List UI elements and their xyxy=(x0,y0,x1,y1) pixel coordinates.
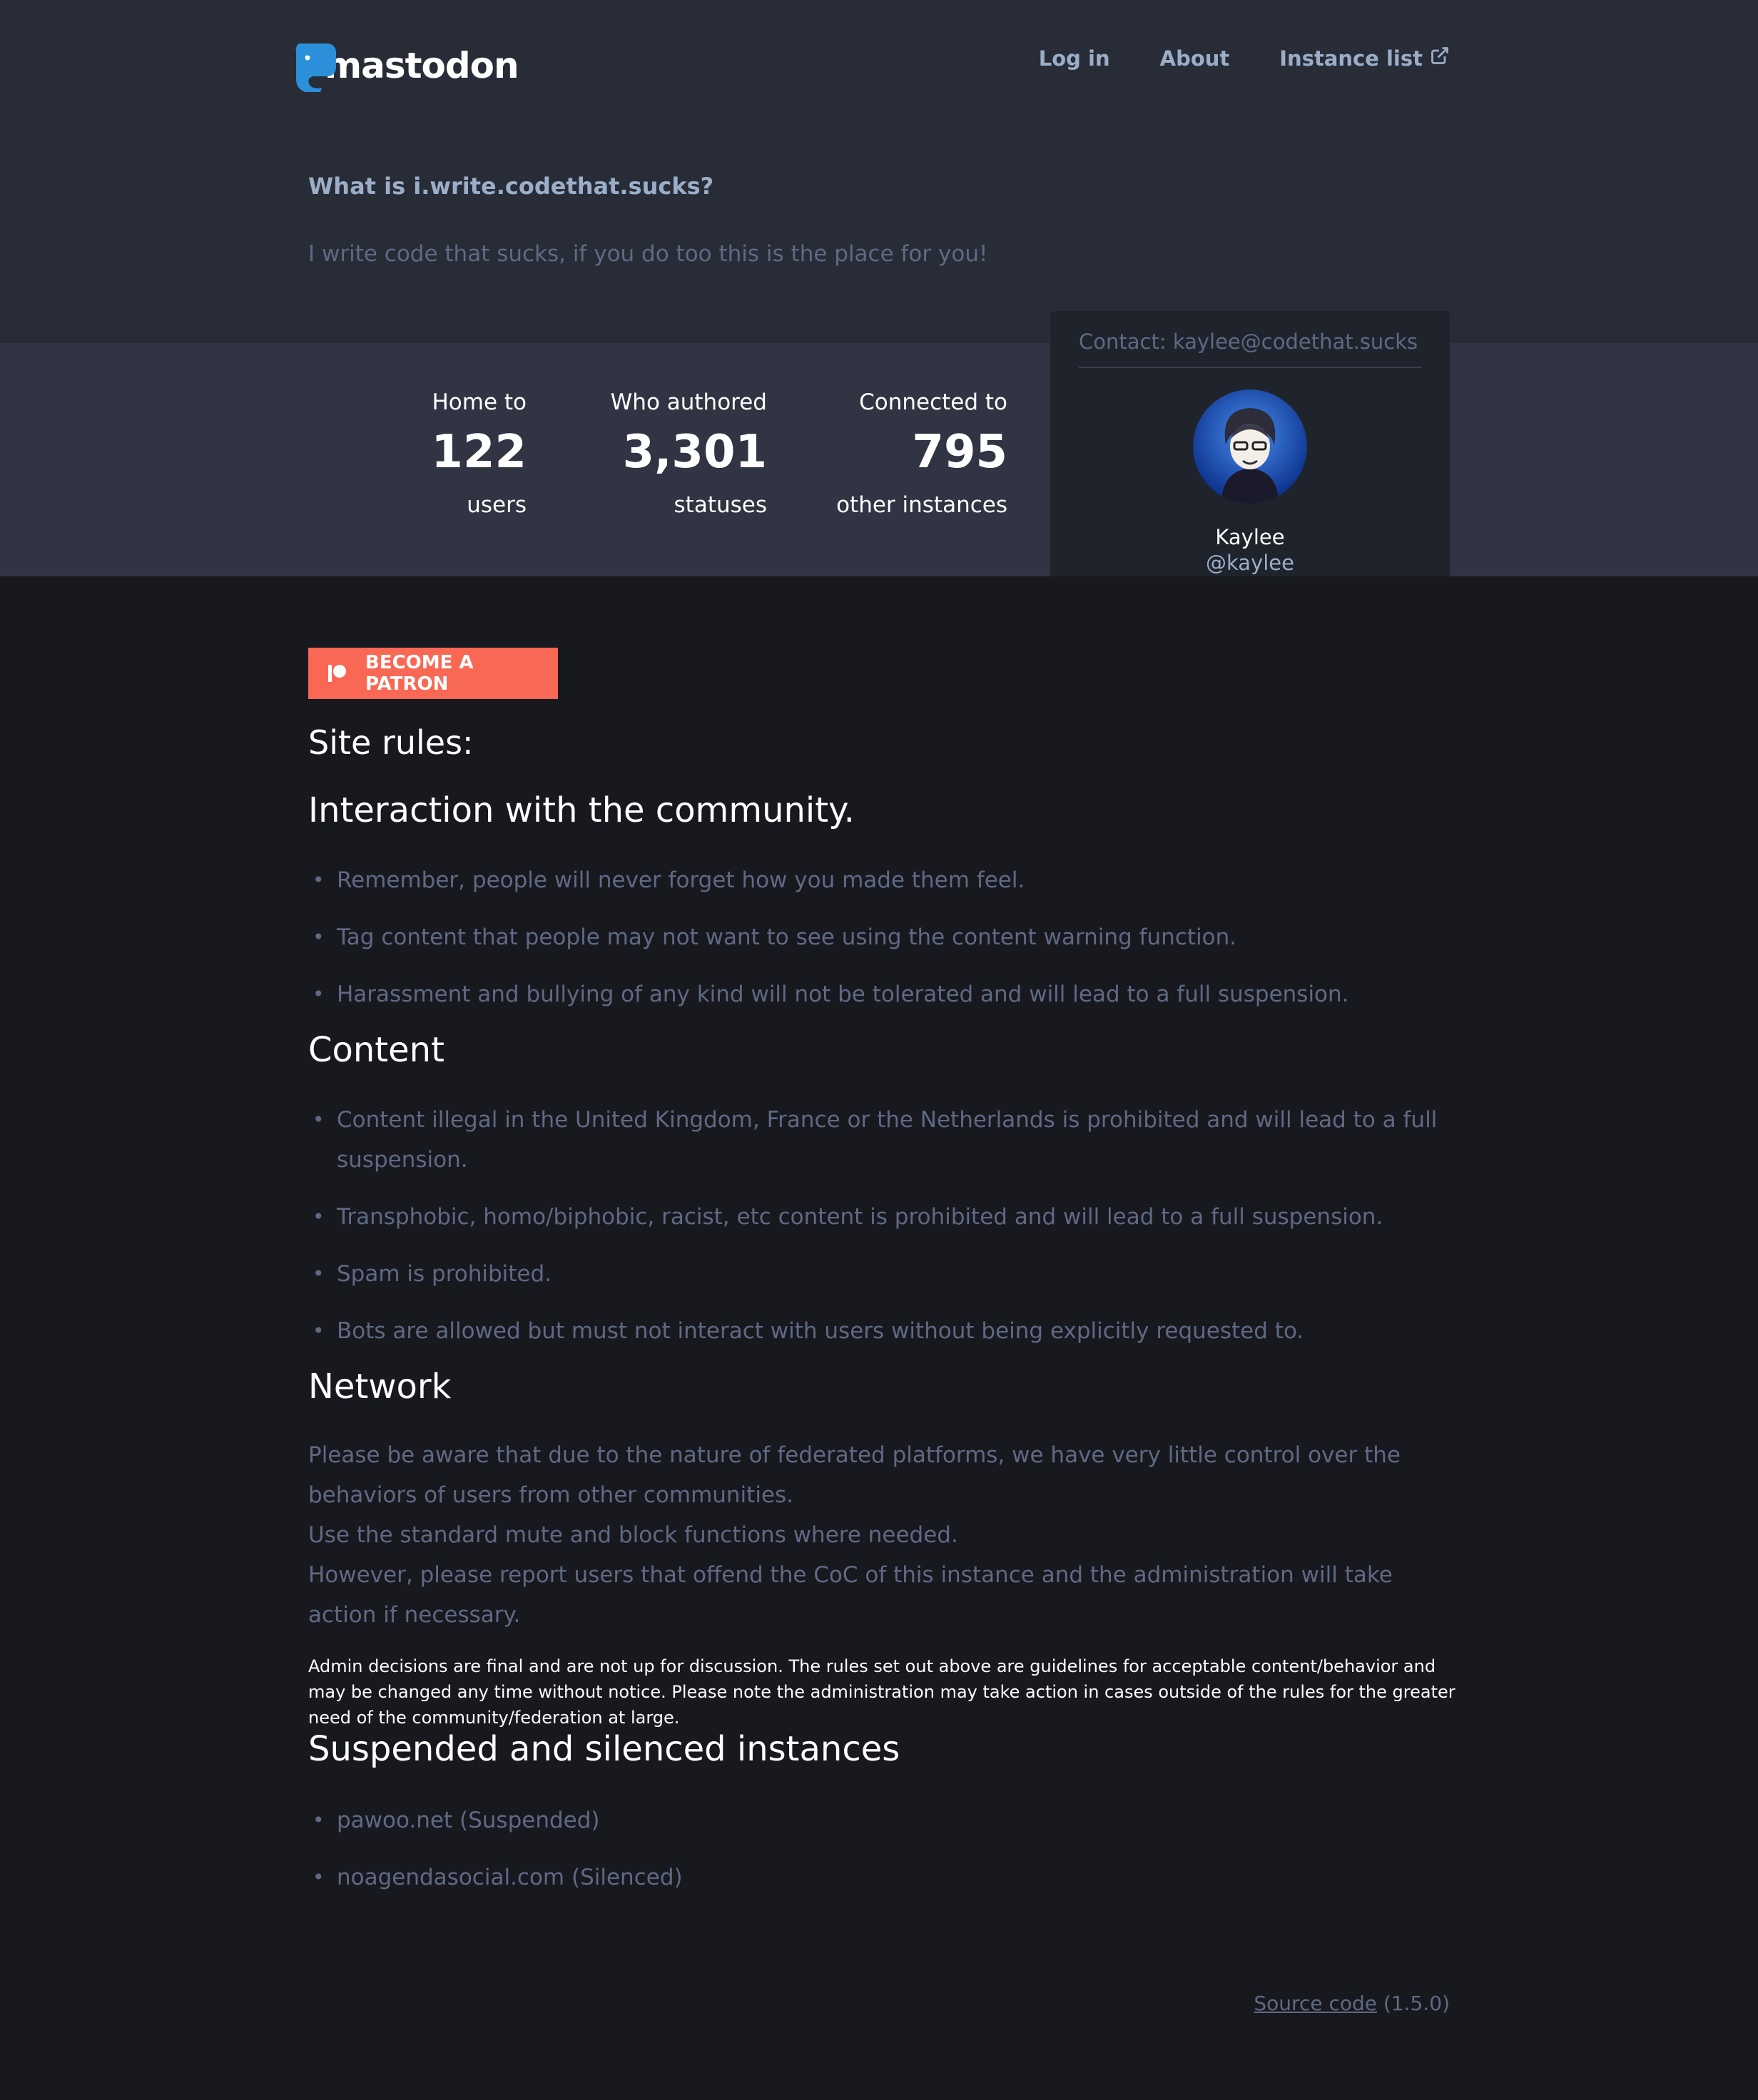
contact-display-name[interactable]: Kaylee xyxy=(1050,525,1450,549)
patreon-icon xyxy=(328,664,347,683)
about-label: About xyxy=(1159,46,1230,71)
section-title-instances: Suspended and silenced instances xyxy=(308,1729,900,1769)
login-label: Log in xyxy=(1038,46,1110,71)
mastodon-wordmark: mastodon xyxy=(325,45,519,86)
stat-label: Connected to xyxy=(859,389,1007,415)
list-item: Tag content that people may not want to … xyxy=(313,917,1450,957)
login-link[interactable]: Log in xyxy=(1039,46,1110,71)
network-paragraph: Please be aware that due to the nature o… xyxy=(308,1435,1450,1635)
stat-users: Home to 122 users xyxy=(431,389,527,518)
rules-heading: Site rules: xyxy=(308,723,474,762)
section-title-content: Content xyxy=(308,1030,444,1070)
list-item: Remember, people will never forget how y… xyxy=(313,860,1450,900)
section-title-community: Interaction with the community. xyxy=(308,790,855,830)
network-line: Use the standard mute and block function… xyxy=(308,1522,958,1548)
source-code-link[interactable]: Source code xyxy=(1254,1992,1377,2015)
stat-unit: other instances xyxy=(836,492,1007,518)
about-link[interactable]: About xyxy=(1160,46,1230,71)
list-item: pawoo.net (Suspended) xyxy=(313,1800,1450,1840)
instance-title: What is i.write.codethat.sucks? xyxy=(308,173,714,200)
stat-value: 3,301 xyxy=(622,426,767,479)
footer: Source code (1.5.0) xyxy=(1254,1992,1450,2015)
top-nav: Log in About Instance list xyxy=(1039,46,1450,71)
mastodon-mark-icon xyxy=(293,41,337,93)
become-patron-button[interactable]: BECOME A PATRON xyxy=(308,648,558,699)
list-item: Harassment and bullying of any kind will… xyxy=(313,974,1450,1014)
stat-unit: statuses xyxy=(674,492,767,518)
contact-email[interactable]: Contact: kaylee@codethat.sucks xyxy=(1079,330,1421,368)
stat-instances: Connected to 795 other instances xyxy=(836,389,1007,518)
contact-handle[interactable]: @kaylee xyxy=(1050,551,1450,575)
patron-label: BECOME A PATRON xyxy=(365,652,474,695)
stat-label: Who authored xyxy=(610,389,767,415)
avatar[interactable] xyxy=(1193,389,1307,504)
stat-value: 795 xyxy=(912,426,1007,479)
page: mastodon Log in About Instance list What… xyxy=(0,0,1758,2100)
list-item: Spam is prohibited. xyxy=(313,1254,1450,1294)
list-item: Bots are allowed but must not interact w… xyxy=(313,1311,1450,1351)
list-item: Transphobic, homo/biphobic, racist, etc … xyxy=(313,1197,1450,1237)
contact-card: Contact: kaylee@codethat.sucks Kaylee @k… xyxy=(1050,311,1450,576)
list-item: Content illegal in the United Kingdom, F… xyxy=(313,1100,1450,1180)
stat-value: 122 xyxy=(431,426,527,479)
stat-label: Home to xyxy=(432,389,527,415)
hero-band xyxy=(0,0,1758,343)
external-link-icon xyxy=(1430,46,1450,71)
community-rules-list: Remember, people will never forget how y… xyxy=(308,860,1450,1031)
network-line: However, please report users that offend… xyxy=(308,1562,1393,1628)
network-line: Please be aware that due to the nature o… xyxy=(308,1442,1401,1508)
version-label: (1.5.0) xyxy=(1383,1992,1450,2015)
instances-list: pawoo.net (Suspended) noagendasocial.com… xyxy=(308,1800,1450,1915)
section-title-network: Network xyxy=(308,1367,452,1407)
instance-description: I write code that sucks, if you do too t… xyxy=(308,241,988,267)
instance-list-label: Instance list xyxy=(1279,46,1423,71)
content-rules-list: Content illegal in the United Kingdom, F… xyxy=(308,1100,1450,1368)
instance-list-link[interactable]: Instance list xyxy=(1279,46,1450,71)
stat-unit: users xyxy=(467,492,527,518)
mastodon-logo[interactable]: mastodon xyxy=(293,40,519,93)
stat-statuses: Who authored 3,301 statuses xyxy=(611,389,767,518)
list-item: noagendasocial.com (Silenced) xyxy=(313,1857,1450,1897)
admin-note: Admin decisions are final and are not up… xyxy=(308,1656,1455,1728)
